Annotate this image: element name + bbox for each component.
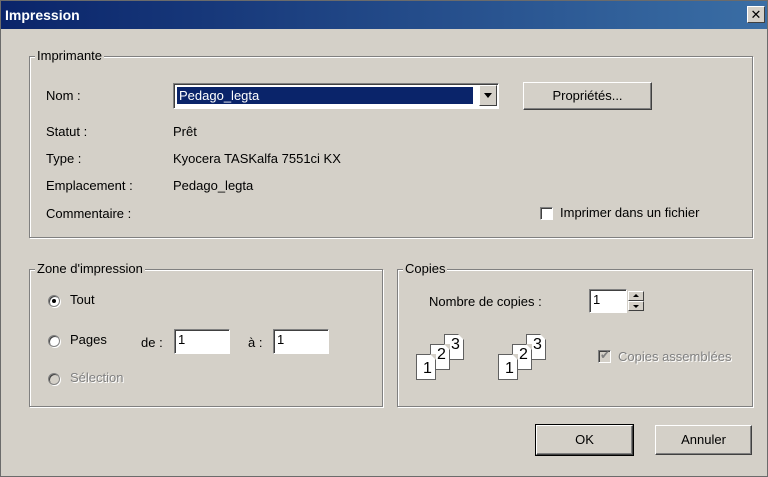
collate-copy-page-3-number: 3 — [533, 336, 542, 353]
to-label: à : — [248, 335, 263, 350]
cancel-button-label: Annuler — [681, 432, 726, 447]
radio-all-dot — [52, 299, 56, 303]
collate-checkmark-icon: ✔ — [600, 348, 611, 362]
radio-all-label[interactable]: Tout — [70, 292, 95, 307]
collate-copy-page-2-number: 2 — [519, 346, 528, 363]
collate-checkbox[interactable]: ✔ — [598, 348, 611, 363]
ok-button[interactable]: OK — [535, 424, 634, 456]
printer-group: Imprimante Nom : Pedago_legta Propriétés… — [29, 48, 753, 238]
copies-group-label: Copies — [403, 261, 448, 276]
spin-up-icon[interactable] — [628, 291, 644, 301]
print-range-group: Zone d'impression Tout Pages de : 1 à : … — [29, 261, 383, 407]
name-label: Nom : — [46, 88, 81, 103]
printer-name-combobox[interactable]: Pedago_legta — [173, 83, 499, 109]
radio-pages[interactable] — [48, 335, 60, 347]
dropdown-arrow-icon[interactable] — [479, 85, 497, 106]
radio-all[interactable] — [48, 295, 60, 307]
window-title: Impression — [5, 7, 80, 23]
collate-pages-icon: 3 2 1 — [416, 334, 474, 384]
status-value: Prêt — [173, 124, 197, 139]
location-label: Emplacement : — [46, 178, 133, 193]
print-dialog: Impression ✕ Imprimante Nom : Pedago_leg… — [0, 0, 768, 477]
cancel-button[interactable]: Annuler — [655, 425, 752, 455]
type-label: Type : — [46, 151, 82, 166]
type-value: Kyocera TASKalfa 7551ci KX — [173, 151, 341, 166]
properties-button-label: Propriétés... — [552, 88, 623, 103]
to-page-input[interactable]: 1 — [273, 329, 329, 354]
close-button[interactable]: ✕ — [747, 6, 765, 23]
printer-name-value: Pedago_legta — [177, 87, 473, 104]
copies-count-input[interactable]: 1 — [589, 289, 627, 313]
spin-down-icon[interactable] — [628, 301, 644, 311]
copies-group: Copies Nombre de copies : 1 3 2 1 3 2 1 … — [397, 261, 753, 407]
collate-label[interactable]: Copies assemblées — [618, 349, 731, 364]
collate-page-3-number: 3 — [451, 336, 460, 353]
radio-selection-label[interactable]: Sélection — [70, 370, 123, 385]
status-label: Statut : — [46, 124, 88, 139]
print-to-file-checkbox[interactable] — [540, 207, 553, 220]
title-bar[interactable]: Impression ✕ — [1, 1, 767, 29]
radio-selection[interactable] — [48, 373, 60, 385]
ok-button-label: OK — [575, 432, 594, 447]
printer-group-label: Imprimante — [35, 48, 105, 63]
copies-count-label: Nombre de copies : — [429, 294, 542, 309]
close-icon: ✕ — [750, 7, 762, 22]
collate-page-1-number: 1 — [423, 360, 432, 377]
collate-page-2-number: 2 — [437, 346, 446, 363]
comment-label: Commentaire : — [46, 206, 132, 221]
radio-pages-label[interactable]: Pages — [70, 332, 107, 347]
properties-button[interactable]: Propriétés... — [523, 82, 652, 110]
collate-copy-page-1: 1 — [498, 354, 518, 380]
location-value: Pedago_legta — [173, 178, 254, 193]
collate-page-1: 1 — [416, 354, 436, 380]
from-page-input[interactable]: 1 — [174, 329, 230, 354]
from-label: de : — [141, 335, 163, 350]
print-range-group-label: Zone d'impression — [35, 261, 145, 276]
collate-pages-icon-copy: 3 2 1 — [498, 334, 556, 384]
copies-spinner[interactable] — [628, 291, 644, 311]
print-to-file-label[interactable]: Imprimer dans un fichier — [560, 205, 699, 220]
collate-copy-page-1-number: 1 — [505, 360, 514, 377]
